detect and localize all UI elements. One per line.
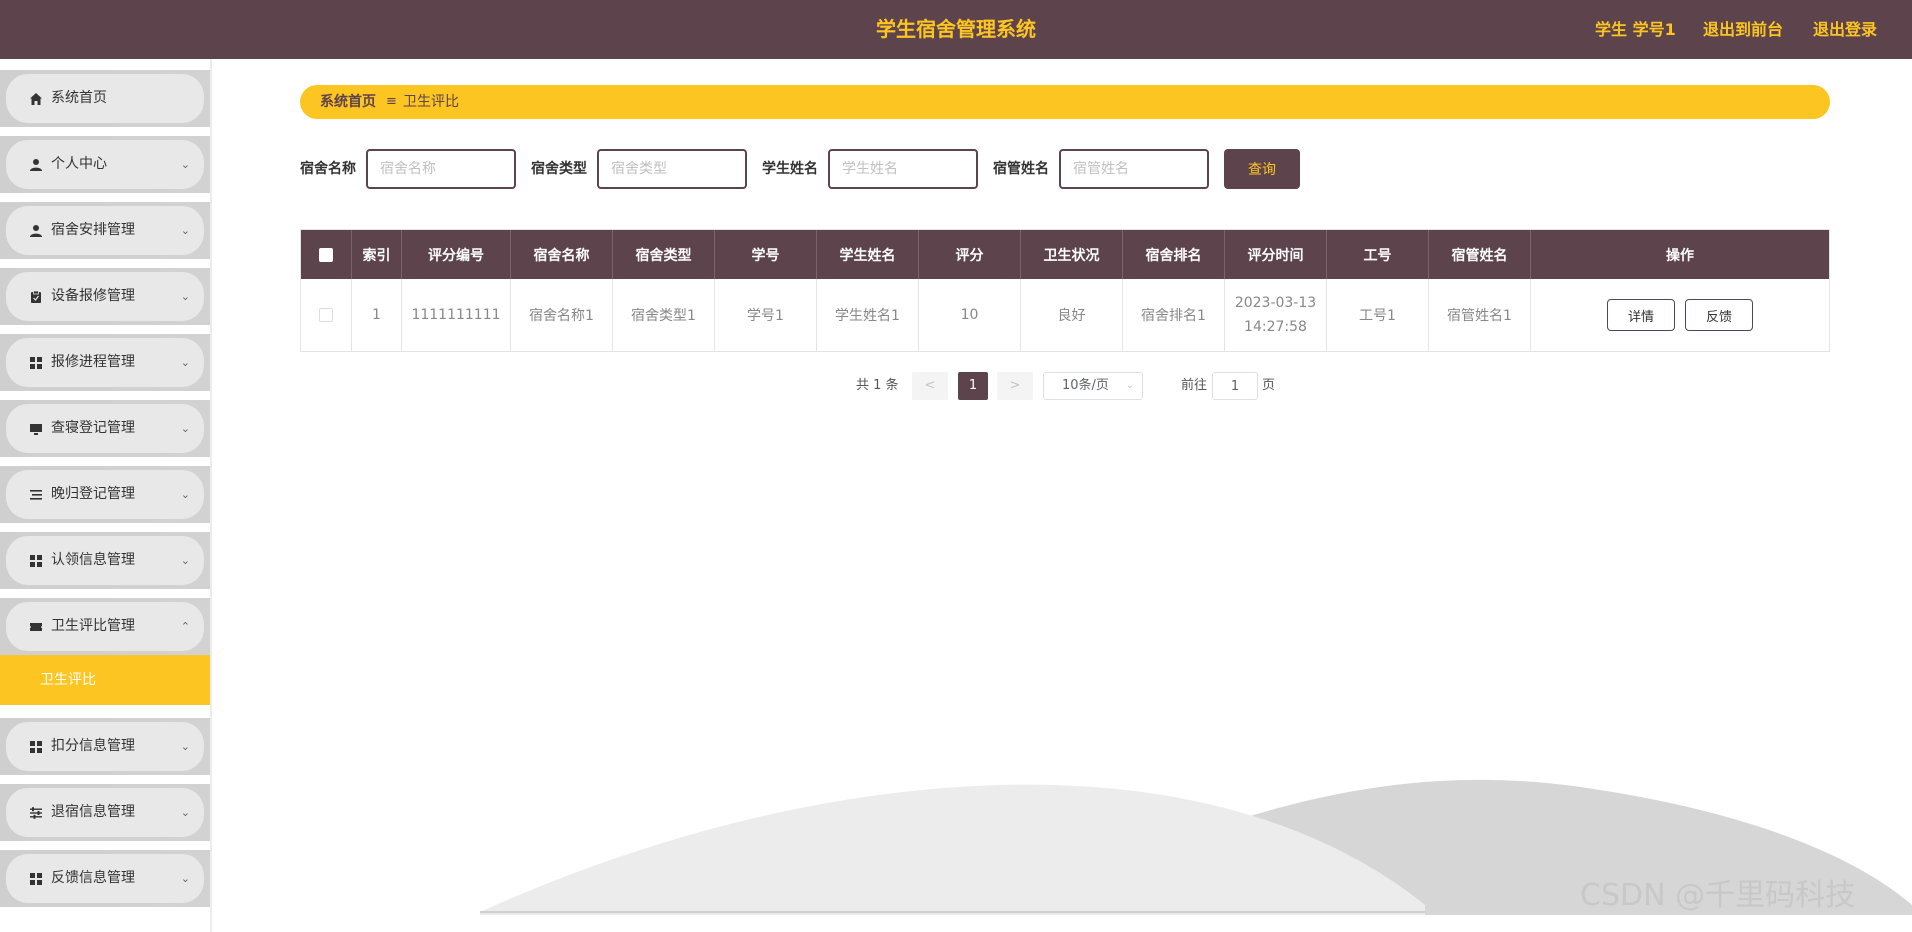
background-hills-decoration [480, 779, 1912, 915]
watermark-text: CSDN @千里码科技 [1580, 878, 1856, 913]
